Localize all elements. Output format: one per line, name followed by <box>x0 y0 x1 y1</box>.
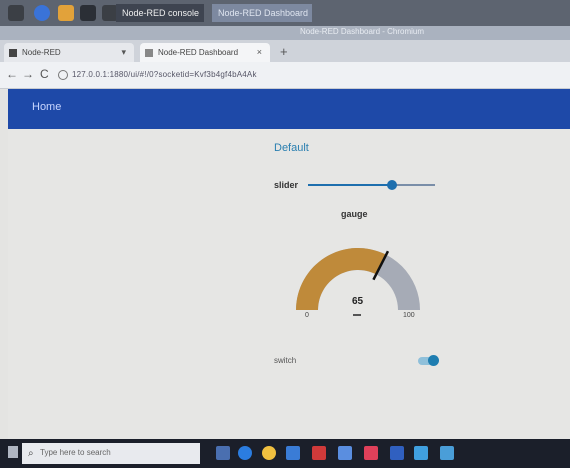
url-field[interactable]: 127.0.0.1:1880/ui/#!/0?socketid=Kvf3b4gf… <box>72 70 257 79</box>
gauge-min: 0 <box>305 312 309 319</box>
switch-label: switch <box>274 356 297 365</box>
address-bar: ← → C 127.0.0.1:1880/ui/#!/0?socketid=Kv… <box>0 62 570 89</box>
search-icon: ⌕ <box>28 448 34 459</box>
windows-start-icon[interactable] <box>8 446 18 458</box>
switch-knob[interactable] <box>428 355 439 366</box>
slider[interactable] <box>308 180 435 190</box>
gauge <box>296 248 420 310</box>
gauge-max: 100 <box>403 312 415 319</box>
dashboard-header: Home <box>8 89 570 129</box>
task-node-red-console[interactable]: Node-RED console <box>116 4 204 22</box>
reload-icon[interactable]: C <box>40 67 49 81</box>
group-title: Default <box>274 142 309 154</box>
dashboard-canvas <box>8 129 570 439</box>
gauge-units <box>353 314 361 316</box>
os-top-bar: Node-RED console Node-RED Dashboard <box>0 0 570 26</box>
new-tab-icon[interactable]: + <box>280 44 288 59</box>
back-icon[interactable]: ← <box>6 67 18 81</box>
tab-node-red[interactable]: Node-RED ▾ <box>4 43 134 62</box>
window-title: Node-RED Dashboard - Chromium <box>300 27 425 36</box>
slider-label: slider <box>274 180 299 190</box>
app-icon[interactable] <box>312 446 326 460</box>
folder-icon[interactable] <box>58 5 74 21</box>
slider-fill <box>308 184 392 186</box>
taskbar: ⌕ Type here to search <box>0 439 570 468</box>
window-title-bar: Node-RED Dashboard - Chromium <box>0 26 570 40</box>
node-red-icon <box>9 49 17 57</box>
page-icon <box>145 49 153 57</box>
terminal-icon[interactable] <box>80 5 96 21</box>
info-icon[interactable] <box>58 70 68 80</box>
forward-icon[interactable]: → <box>22 67 34 81</box>
gauge-value: 65 <box>352 296 364 307</box>
task-node-red-dashboard[interactable]: Node-RED Dashboard <box>212 4 312 22</box>
taskbar-search[interactable]: ⌕ Type here to search <box>22 443 200 464</box>
app-icon[interactable] <box>338 446 352 460</box>
app-icon[interactable] <box>364 446 378 460</box>
tab-label: Node-RED Dashboard <box>158 48 239 57</box>
edge-icon[interactable] <box>238 446 252 460</box>
page-title: Home <box>32 101 62 113</box>
app-icon[interactable] <box>8 5 24 21</box>
task-view-icon[interactable] <box>216 446 230 460</box>
slider-thumb[interactable] <box>386 180 397 190</box>
gauge-title: gauge <box>341 209 368 219</box>
chrome-icon[interactable] <box>262 446 276 460</box>
tab-label: Node-RED <box>22 48 61 57</box>
app-icon[interactable] <box>414 446 428 460</box>
store-icon[interactable] <box>286 446 300 460</box>
browser-icon[interactable] <box>34 5 50 21</box>
word-icon[interactable] <box>390 446 404 460</box>
close-icon[interactable]: × <box>257 43 262 62</box>
close-icon[interactable]: ▾ <box>121 43 126 62</box>
tab-node-red-dashboard[interactable]: Node-RED Dashboard × <box>140 43 270 62</box>
app-icon[interactable] <box>440 446 454 460</box>
search-placeholder: Type here to search <box>40 448 111 457</box>
